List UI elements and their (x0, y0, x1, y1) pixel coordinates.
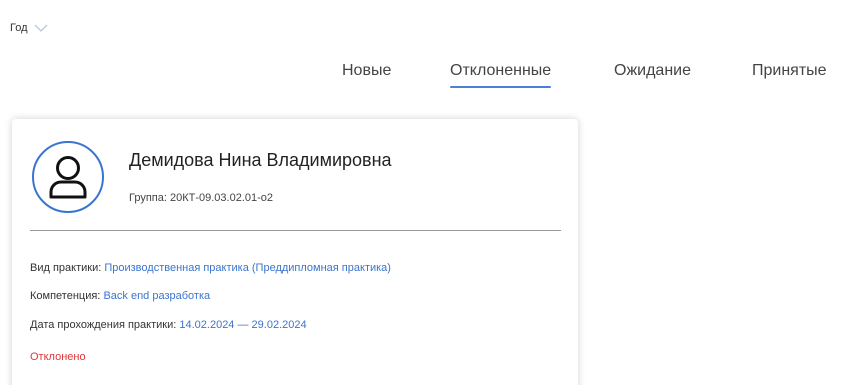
year-filter-label: Год (10, 22, 28, 34)
application-card[interactable]: Демидова Нина Владимировна Группа: 20КТ-… (12, 119, 578, 385)
competence-label: Компетенция: (30, 290, 101, 302)
practice-type-value: Производственная практика (Преддипломная… (104, 262, 391, 274)
competence-value: Back end разработка (103, 290, 211, 302)
divider (30, 230, 561, 231)
tab-waiting[interactable]: Ожидание (614, 62, 691, 88)
practice-type-row: Вид практики: Производственная практика … (30, 262, 391, 274)
practice-dates-value: 14.02.2024 — 29.02.2024 (179, 319, 307, 331)
status-tabs: Новые Отклоненные Ожидание Принятые (0, 62, 843, 102)
tab-rejected[interactable]: Отклоненные (450, 62, 552, 88)
chevron-down-icon (34, 24, 47, 32)
tab-accepted[interactable]: Принятые (752, 62, 827, 88)
student-group: Группа: 20КТ-09.03.02.01-о2 (129, 192, 274, 204)
practice-dates-row: Дата прохождения практики: 14.02.2024 — … (30, 319, 307, 331)
practice-dates-label: Дата прохождения практики: (30, 319, 177, 331)
page: Год Новые Отклоненные Ожидание Принятые … (0, 0, 843, 385)
competence-row: Компетенция: Back end разработка (30, 290, 210, 302)
tab-new[interactable]: Новые (342, 62, 391, 88)
status-badge: Отклонено (30, 351, 86, 363)
practice-type-label: Вид практики: (30, 262, 102, 274)
year-filter-dropdown[interactable]: Год (10, 22, 48, 34)
student-name: Демидова Нина Владимировна (129, 150, 392, 170)
avatar (32, 141, 104, 213)
user-icon (49, 156, 87, 199)
